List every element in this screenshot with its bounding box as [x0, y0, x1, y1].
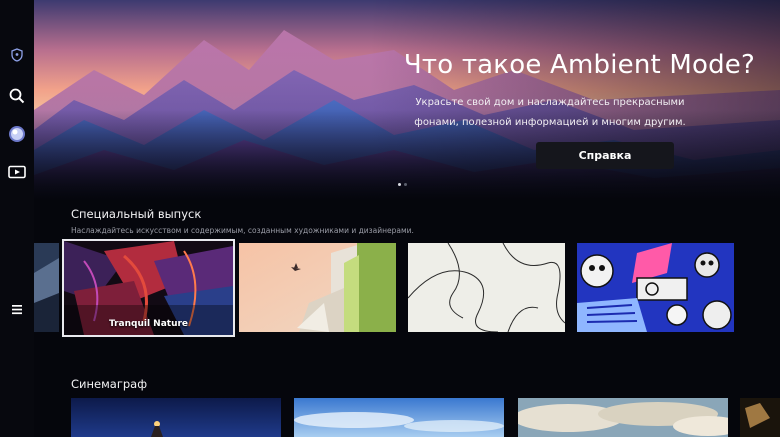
hero-pager [398, 183, 407, 186]
geometric-artwork [239, 243, 396, 332]
comic-artwork [577, 243, 734, 332]
ambient-hero-banner: Что такое Ambient Mode? Украсьте свой до… [34, 0, 780, 200]
shield-icon[interactable] [0, 46, 34, 64]
cinemagraph-tile-sky[interactable] [294, 398, 504, 437]
pager-dot[interactable] [404, 183, 407, 186]
art-tile-line-art[interactable] [408, 243, 565, 332]
art-tile-comic[interactable] [577, 243, 734, 332]
cinemagraph-tile-night[interactable] [71, 398, 281, 437]
art-tile-partial[interactable] [34, 243, 59, 332]
blue-sky-image [294, 398, 504, 437]
cinemagraph-section-title: Синемаграф [71, 377, 148, 391]
cinemagraph-tile-partial[interactable] [740, 398, 780, 437]
search-icon[interactable] [0, 86, 34, 106]
art-tile-tranquil-nature[interactable]: Tranquil Nature [62, 239, 235, 337]
ambient-icon[interactable] [0, 124, 34, 144]
hero-title: Что такое Ambient Mode? [403, 50, 755, 80]
pager-dot-active[interactable] [398, 183, 401, 186]
cinemagraph-tile-clouds[interactable] [518, 398, 728, 437]
special-section-title: Специальный выпуск [71, 207, 202, 221]
tile-label: Tranquil Nature [108, 319, 189, 329]
hero-subtitle: Украсьте свой дом и наслаждайтесь прекра… [414, 97, 686, 128]
special-section-subtitle: Наслаждайтесь искусством и содержимым, с… [71, 226, 414, 235]
line-art-artwork [408, 243, 565, 332]
media-icon[interactable] [0, 163, 34, 181]
clouds-image [518, 398, 728, 437]
art-tile-geometric[interactable] [239, 243, 396, 332]
left-nav-rail [0, 0, 34, 437]
help-button[interactable]: Справка [536, 142, 674, 169]
night-sky-image [71, 398, 281, 437]
menu-icon[interactable] [0, 300, 34, 318]
